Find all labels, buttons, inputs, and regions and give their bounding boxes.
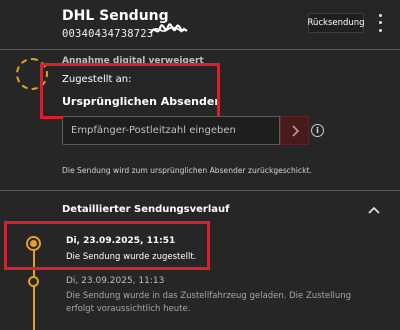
event-date: Di, 23.09.2025, 11:13 bbox=[66, 276, 165, 286]
return-note: Die Sendung wird zum ursprünglichen Abse… bbox=[62, 166, 312, 175]
postal-code-input[interactable]: Empfänger-Postleitzahl eingeben bbox=[62, 116, 280, 145]
section-divider bbox=[0, 190, 400, 191]
collapse-chevron-up-icon[interactable] bbox=[367, 205, 381, 215]
chevron-right-icon bbox=[291, 124, 299, 137]
postal-code-placeholder: Empfänger-Postleitzahl eingeben bbox=[71, 125, 236, 136]
more-options-icon[interactable] bbox=[374, 12, 386, 34]
info-icon[interactable]: i bbox=[311, 124, 324, 137]
event-description: Die Sendung wurde in das Zustellfahrzeug… bbox=[66, 291, 352, 314]
history-section-title: Detaillierter Sendungsverlauf bbox=[62, 204, 230, 215]
tracking-number: 00340434738723 bbox=[62, 28, 154, 40]
shipment-header: DHL Sendung 00340434738723 Rücksendung bbox=[0, 0, 400, 48]
postal-code-submit-button[interactable] bbox=[280, 116, 309, 145]
timeline-line bbox=[33, 286, 35, 330]
highlight-box-recipient bbox=[40, 63, 220, 119]
redaction-scribble bbox=[150, 23, 188, 34]
header-divider bbox=[0, 49, 400, 50]
timeline-dot bbox=[28, 276, 39, 287]
return-shipment-button[interactable]: Rücksendung bbox=[307, 13, 365, 33]
highlight-box-latest-event bbox=[4, 221, 210, 270]
